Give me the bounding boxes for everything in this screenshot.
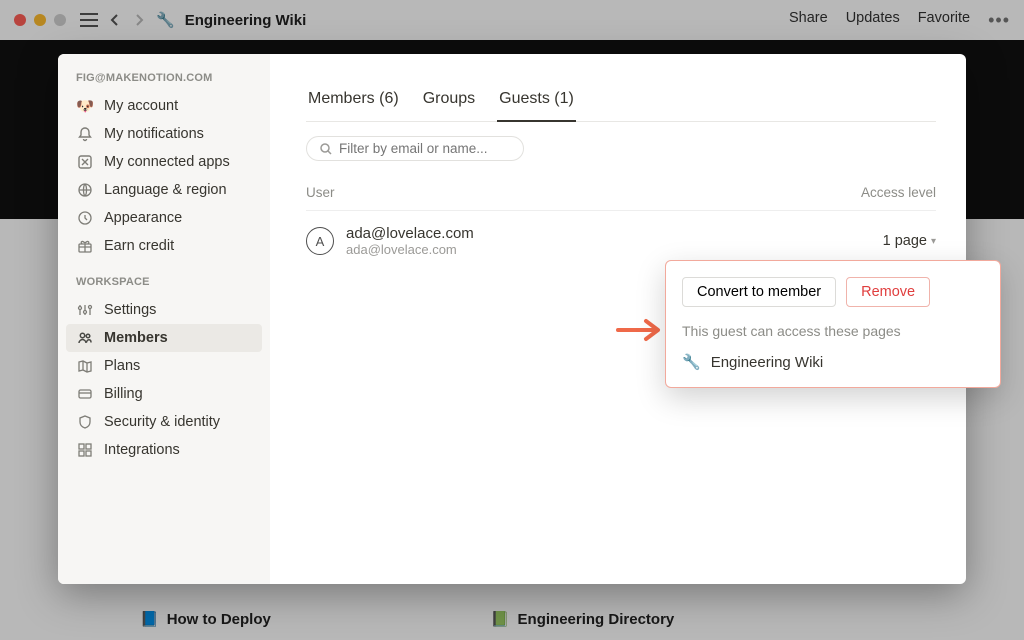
sidebar-item-label: Settings: [104, 302, 156, 318]
column-access: Access level: [776, 185, 936, 200]
sidebar-item-connected-apps[interactable]: My connected apps: [66, 148, 262, 176]
sidebar-item-security[interactable]: Security & identity: [66, 408, 262, 436]
guest-access-popover: Convert to member Remove This guest can …: [665, 260, 1001, 388]
popover-caption: This guest can access these pages: [682, 323, 984, 339]
remove-button[interactable]: Remove: [846, 277, 930, 307]
sidebar-item-integrations[interactable]: Integrations: [66, 436, 262, 464]
sidebar-item-label: Members: [104, 330, 168, 346]
filter-field[interactable]: [339, 141, 516, 156]
sidebar-item-earn-credit[interactable]: Earn credit: [66, 232, 262, 260]
sidebar-item-label: My account: [104, 98, 178, 114]
tab-members[interactable]: Members (6): [306, 84, 401, 121]
sidebar-item-label: My connected apps: [104, 154, 230, 170]
shield-icon: [76, 413, 94, 431]
sidebar-item-billing[interactable]: Billing: [66, 380, 262, 408]
sidebar-item-label: Language & region: [104, 182, 227, 198]
access-level-label: 1 page: [883, 233, 927, 249]
sidebar-workspace-header: WORKSPACE: [66, 274, 262, 296]
search-icon: [319, 142, 333, 156]
callout-arrow-icon: [616, 318, 662, 342]
sidebar-item-settings[interactable]: Settings: [66, 296, 262, 324]
sidebar-item-language[interactable]: Language & region: [66, 176, 262, 204]
sidebar-item-label: Appearance: [104, 210, 182, 226]
card-icon: [76, 385, 94, 403]
people-icon: [76, 329, 94, 347]
accessible-page-link[interactable]: 🔧 Engineering Wiki: [682, 353, 984, 371]
sidebar-item-members[interactable]: Members: [66, 324, 262, 352]
sidebar-item-label: My notifications: [104, 126, 204, 142]
avatar: A: [306, 227, 334, 255]
chevron-down-icon: ▾: [931, 236, 936, 247]
account-icon: 🐶: [76, 97, 94, 115]
tab-guests[interactable]: Guests (1): [497, 84, 576, 122]
gift-icon: [76, 237, 94, 255]
sidebar-item-label: Plans: [104, 358, 140, 374]
sidebar-item-label: Integrations: [104, 442, 180, 458]
clock-icon: [76, 209, 94, 227]
sidebar-item-label: Billing: [104, 386, 143, 402]
guest-name: ada@lovelace.com: [346, 225, 776, 242]
sliders-icon: [76, 301, 94, 319]
map-icon: [76, 357, 94, 375]
guest-row: A ada@lovelace.com ada@lovelace.com 1 pa…: [306, 225, 936, 257]
sidebar-item-label: Earn credit: [104, 238, 174, 254]
sidebar-account-header: FIG@MAKENOTION.COM: [66, 70, 262, 92]
bell-icon: [76, 125, 94, 143]
settings-sidebar: FIG@MAKENOTION.COM 🐶 My account My notif…: [58, 54, 270, 584]
sidebar-item-notifications[interactable]: My notifications: [66, 120, 262, 148]
tab-groups[interactable]: Groups: [421, 84, 477, 121]
sidebar-item-appearance[interactable]: Appearance: [66, 204, 262, 232]
wrench-icon: 🔧: [682, 353, 701, 371]
app-icon: [76, 153, 94, 171]
guest-email: ada@lovelace.com: [346, 242, 776, 257]
column-user: User: [306, 185, 776, 200]
sidebar-item-my-account[interactable]: 🐶 My account: [66, 92, 262, 120]
convert-to-member-button[interactable]: Convert to member: [682, 277, 836, 307]
globe-icon: [76, 181, 94, 199]
grid-icon: [76, 441, 94, 459]
access-level-dropdown[interactable]: 1 page ▾: [776, 233, 936, 249]
accessible-page-label: Engineering Wiki: [711, 354, 824, 371]
filter-input[interactable]: [306, 136, 524, 161]
sidebar-item-plans[interactable]: Plans: [66, 352, 262, 380]
sidebar-item-label: Security & identity: [104, 414, 220, 430]
